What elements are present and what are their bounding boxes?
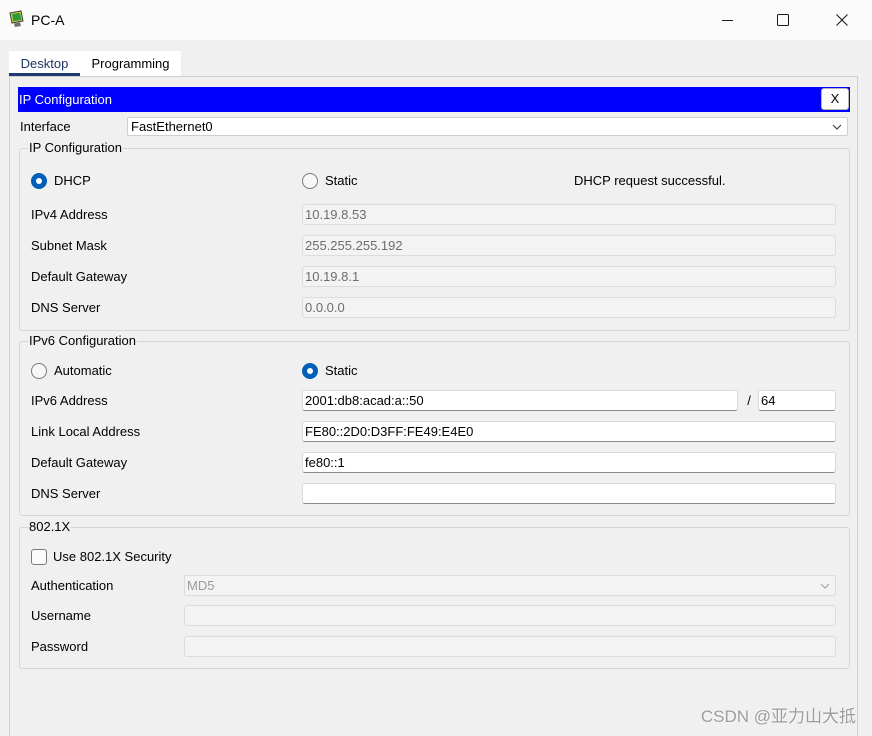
interface-value: FastEthernet0 <box>131 119 213 134</box>
authentication-label: Authentication <box>31 578 114 593</box>
ipv6-gateway-label: Default Gateway <box>31 455 128 470</box>
dot1x-group: 802.1X Use 802.1X Security Authenticatio… <box>19 518 850 669</box>
tab-programming[interactable]: Programming <box>80 51 181 76</box>
ipv6-dns-row: DNS Server <box>19 483 850 504</box>
password-label: Password <box>31 639 89 654</box>
dhcp-option[interactable]: DHCP <box>31 173 101 189</box>
dhcp-label: DHCP <box>54 173 91 188</box>
authentication-row: Authentication MD5 <box>19 575 850 596</box>
ipv6-static-option[interactable]: Static <box>302 363 372 379</box>
title-bar: PC-A <box>0 0 872 40</box>
link-local-input[interactable] <box>302 421 836 442</box>
ipv4-address-row: IPv4 Address <box>19 204 850 225</box>
authentication-select[interactable]: MD5 <box>184 575 836 596</box>
username-label: Username <box>31 608 91 623</box>
group-title: IP Configuration <box>28 139 123 156</box>
prefix-separator: / <box>747 393 751 408</box>
ipv4-static-label: Static <box>325 173 358 188</box>
pc-device-icon <box>8 10 26 28</box>
subnet-mask-label: Subnet Mask <box>31 238 107 253</box>
ipv4-static-option[interactable]: Static <box>302 173 372 189</box>
subnet-mask-input[interactable] <box>302 235 836 256</box>
tab-desktop[interactable]: Desktop <box>9 51 80 76</box>
ipv6-gateway-input[interactable] <box>302 452 836 473</box>
minimize-button[interactable] <box>698 0 756 40</box>
ipv4-address-label: IPv4 Address <box>31 207 108 222</box>
group-title: 802.1X <box>28 518 72 535</box>
chevron-down-icon <box>820 583 830 589</box>
ipv6-address-label: IPv6 Address <box>31 393 108 408</box>
ipv6-automatic-label: Automatic <box>54 363 112 378</box>
ipv4-gateway-label: Default Gateway <box>31 269 128 284</box>
minimize-icon <box>722 20 733 21</box>
ipv4-gateway-input[interactable] <box>302 266 836 287</box>
dhcp-status-text: DHCP request successful. <box>574 173 726 188</box>
ipv6-static-label: Static <box>325 363 358 378</box>
password-input[interactable] <box>184 636 836 657</box>
password-row: Password <box>19 636 850 657</box>
ipv6-gateway-row: Default Gateway <box>19 452 850 473</box>
interface-label: Interface <box>20 119 71 134</box>
interface-select[interactable]: FastEthernet0 <box>127 117 848 136</box>
ipv6-dns-label: DNS Server <box>31 486 101 501</box>
ipv4-static-radio[interactable] <box>302 173 318 189</box>
chevron-down-icon <box>832 124 842 130</box>
close-dialog-button[interactable]: X <box>821 88 849 110</box>
username-row: Username <box>19 605 850 626</box>
username-input[interactable] <box>184 605 836 626</box>
ipv6-prefix-input[interactable] <box>758 390 836 411</box>
close-icon <box>836 14 848 26</box>
tab-bar: Desktop Programming <box>9 51 181 76</box>
group-title: IPv6 Configuration <box>28 332 137 349</box>
ipv6-address-input[interactable] <box>302 390 738 411</box>
ipv4-address-input[interactable] <box>302 204 836 225</box>
dhcp-radio[interactable] <box>31 173 47 189</box>
maximize-icon <box>777 14 789 26</box>
maximize-button[interactable] <box>756 0 814 40</box>
dialog-title: IP Configuration <box>19 92 112 107</box>
ipv4-dns-input[interactable] <box>302 297 836 318</box>
ipv4-gateway-row: Default Gateway <box>19 266 850 287</box>
tab-label: Desktop <box>20 56 69 71</box>
ipv6-static-radio[interactable] <box>302 363 318 379</box>
watermark: CSDN @亚力山大抵 <box>700 707 856 726</box>
ipv4-dns-label: DNS Server <box>31 300 101 315</box>
close-window-button[interactable] <box>814 0 872 40</box>
link-local-row: Link Local Address <box>19 421 850 442</box>
subnet-mask-row: Subnet Mask <box>19 235 850 256</box>
ipv4-dns-row: DNS Server <box>19 297 850 318</box>
ipv6-address-row: IPv6 Address / <box>19 390 850 411</box>
tab-label: Programming <box>91 56 170 71</box>
ipv6-configuration-group: IPv6 Configuration Automatic Static IPv6… <box>19 332 850 516</box>
use-8021x-option[interactable]: Use 802.1X Security <box>31 549 181 565</box>
ipv6-dns-input[interactable] <box>302 483 836 504</box>
ipv6-automatic-radio[interactable] <box>31 363 47 379</box>
link-local-label: Link Local Address <box>31 424 141 439</box>
ipv6-automatic-option[interactable]: Automatic <box>31 363 131 379</box>
ipv4-configuration-group: IP Configuration DHCP Static DHCP reques… <box>19 139 850 331</box>
authentication-value: MD5 <box>187 578 215 593</box>
use-8021x-checkbox[interactable] <box>31 549 47 565</box>
use-8021x-label: Use 802.1X Security <box>53 549 172 564</box>
ip-configuration-header: IP Configuration X <box>18 87 850 112</box>
window-title: PC-A <box>31 12 65 28</box>
